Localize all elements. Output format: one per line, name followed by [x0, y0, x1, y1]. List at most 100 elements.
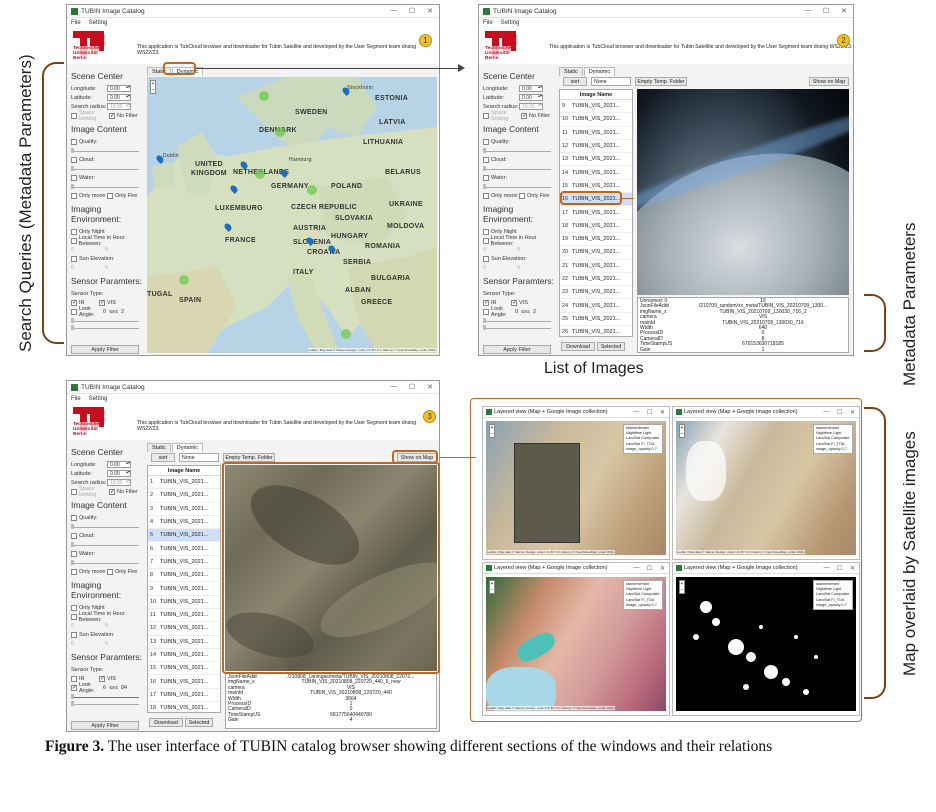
close-icon[interactable]: ✕ — [846, 565, 859, 572]
local-time-checkbox[interactable] — [71, 237, 77, 244]
look-angle-slider[interactable] — [71, 694, 139, 699]
list-item[interactable]: 13 TUBIN_VIS_2021... — [560, 153, 632, 167]
image-list[interactable]: Image Name 1 TUBIN_VIS_2021... 2 TUBIN_VIS_… — [147, 465, 221, 713]
map-zoom-control[interactable]: + − — [489, 424, 495, 438]
maximize-icon[interactable]: ☐ — [643, 565, 656, 572]
no-filter-checkbox[interactable] — [109, 488, 115, 495]
latitude-input[interactable]: 0.00 — [519, 94, 543, 101]
sun-elevation-checkbox[interactable] — [71, 255, 77, 262]
list-item[interactable]: 7 TUBIN_VIS_2021... — [148, 556, 220, 570]
list-item[interactable]: 24 TUBIN_VIS_2021... — [560, 299, 632, 313]
maximize-icon[interactable]: ☐ — [403, 383, 421, 391]
list-item[interactable]: 10 TUBIN_VIS_2021... — [560, 113, 632, 127]
maximize-icon[interactable]: ☐ — [643, 409, 656, 416]
layered-map-2[interactable]: + − stamenterrain Nighttime Light LandSat C… — [676, 421, 856, 555]
map-cluster[interactable] — [179, 275, 189, 285]
maximize-icon[interactable]: ☐ — [817, 7, 835, 15]
empty-temp-folder-button[interactable]: Empty Temp. Folder — [223, 453, 275, 462]
water-slider[interactable] — [71, 560, 139, 565]
cloud-checkbox[interactable] — [483, 156, 489, 163]
list-item[interactable]: 25 TUBIN_VIS_2021... — [560, 313, 632, 327]
list-item[interactable]: 11 TUBIN_VIS_2021... — [148, 609, 220, 623]
maximize-icon[interactable]: ☐ — [833, 409, 846, 416]
list-item[interactable]: 13 TUBIN_VIS_2021... — [148, 636, 220, 649]
list-item[interactable]: 21 TUBIN_VIS_2021... — [560, 260, 632, 273]
look-angle-slider[interactable] — [483, 318, 551, 323]
list-item[interactable]: 6 TUBIN_VIS_2021... — [148, 542, 220, 556]
look-angle-slider-2[interactable] — [483, 325, 551, 330]
latitude-input[interactable]: 0.00 — [107, 94, 131, 101]
no-filter-checkbox[interactable] — [109, 112, 115, 119]
satellite-image-earth[interactable] — [637, 89, 849, 295]
space-looking-checkbox[interactable] — [71, 112, 77, 119]
minimize-icon[interactable]: — — [799, 7, 817, 15]
apply-filter-button[interactable]: Apply Filter — [483, 345, 551, 354]
list-item[interactable]: 9 TUBIN_VIS_2021... — [560, 100, 632, 114]
list-item[interactable]: 10 TUBIN_VIS_2021... — [148, 596, 220, 609]
latitude-input[interactable]: 0.00 — [107, 470, 131, 477]
space-looking-checkbox[interactable] — [483, 112, 489, 119]
list-item[interactable]: 16 TUBIN_VIS_2021... — [148, 675, 220, 689]
menu-file[interactable]: File — [71, 396, 81, 402]
search-radius-input[interactable]: 10.00 — [107, 479, 131, 486]
minimize-icon[interactable]: — — [630, 409, 643, 416]
map-cluster[interactable] — [259, 91, 269, 101]
list-item[interactable]: 3 TUBIN_VIS_2021... — [148, 503, 220, 516]
map-zoom-control[interactable]: + − — [679, 424, 685, 438]
close-icon[interactable]: ✕ — [421, 383, 439, 391]
apply-filter-button[interactable]: Apply Filter — [71, 345, 139, 354]
minimize-icon[interactable]: — — [385, 383, 403, 391]
layered-map-4[interactable]: + − stamenterrain Nighttime Light LandSat C… — [676, 577, 856, 711]
minimize-icon[interactable]: — — [820, 565, 833, 572]
ir-checkbox[interactable] — [483, 299, 489, 306]
quality-slider[interactable] — [483, 148, 551, 153]
list-item[interactable]: 15 TUBIN_VIS_2021... — [148, 662, 220, 676]
list-item[interactable]: 22 TUBIN_VIS_2021... — [560, 273, 632, 287]
menu-setting[interactable]: Setting — [501, 20, 520, 26]
look-angle-slider-2[interactable] — [71, 701, 139, 706]
layer-control[interactable]: stamenterrain Nighttime Light LandSat Comp… — [813, 424, 853, 455]
show-on-map-button[interactable]: Show on Map — [809, 77, 849, 86]
map-zoom-control[interactable]: + − — [489, 580, 495, 594]
list-item[interactable]: 1 TUBIN_VIS_2021... — [148, 476, 220, 490]
layer-control[interactable]: stamenterrain Nighttime Light LandSat Comp… — [813, 580, 853, 611]
cloud-slider[interactable] — [71, 166, 139, 171]
list-item[interactable]: 4 TUBIN_VIS_2021... — [148, 516, 220, 530]
download-button[interactable]: Download — [149, 718, 183, 727]
europe-map[interactable]: SWEDEN ESTONIA LATVIA DENMARK LITHUANIA … — [147, 77, 437, 353]
map-cluster[interactable] — [307, 185, 317, 195]
quality-slider[interactable] — [71, 524, 139, 529]
maximize-icon[interactable]: ☐ — [403, 7, 421, 15]
vis-checkbox[interactable] — [99, 675, 105, 682]
look-angle-checkbox[interactable] — [71, 308, 77, 315]
list-item[interactable]: 19 TUBIN_VIS_2021... — [560, 233, 632, 247]
empty-temp-folder-button[interactable]: Empty Temp. Folder — [635, 77, 687, 86]
list-item[interactable]: 5 TUBIN_VIS_2021... — [148, 529, 220, 543]
map-cluster[interactable] — [341, 329, 351, 339]
vis-checkbox[interactable] — [511, 299, 517, 306]
only-fire-checkbox[interactable] — [107, 568, 113, 575]
selected-button[interactable]: Selected — [185, 718, 213, 727]
longitude-input[interactable]: 0.00 — [107, 461, 131, 468]
only-moon-checkbox[interactable] — [71, 192, 77, 199]
look-angle-slider[interactable] — [71, 318, 139, 323]
list-item[interactable]: 12 TUBIN_VIS_2021... — [560, 140, 632, 154]
list-item[interactable]: 14 TUBIN_VIS_2021... — [560, 166, 632, 180]
list-item[interactable]: 18 TUBIN_VIS_2021... — [148, 702, 220, 712]
close-icon[interactable]: ✕ — [656, 409, 669, 416]
water-checkbox[interactable] — [71, 174, 77, 181]
quality-checkbox[interactable] — [71, 138, 77, 145]
sun-elevation-checkbox[interactable] — [483, 255, 489, 262]
no-filter-checkbox[interactable] — [521, 112, 527, 119]
tab-static[interactable]: Static — [559, 67, 583, 76]
close-icon[interactable]: ✕ — [846, 409, 859, 416]
space-looking-checkbox[interactable] — [71, 488, 77, 495]
quality-checkbox[interactable] — [483, 138, 489, 145]
local-time-checkbox[interactable] — [71, 613, 77, 620]
ir-checkbox[interactable] — [71, 299, 77, 306]
sort-select[interactable]: None — [179, 453, 219, 462]
map-cluster[interactable] — [255, 169, 265, 179]
list-item[interactable]: 11 TUBIN_VIS_2021... — [560, 127, 632, 140]
only-moon-checkbox[interactable] — [483, 192, 489, 199]
sort-select[interactable]: None — [591, 77, 631, 86]
